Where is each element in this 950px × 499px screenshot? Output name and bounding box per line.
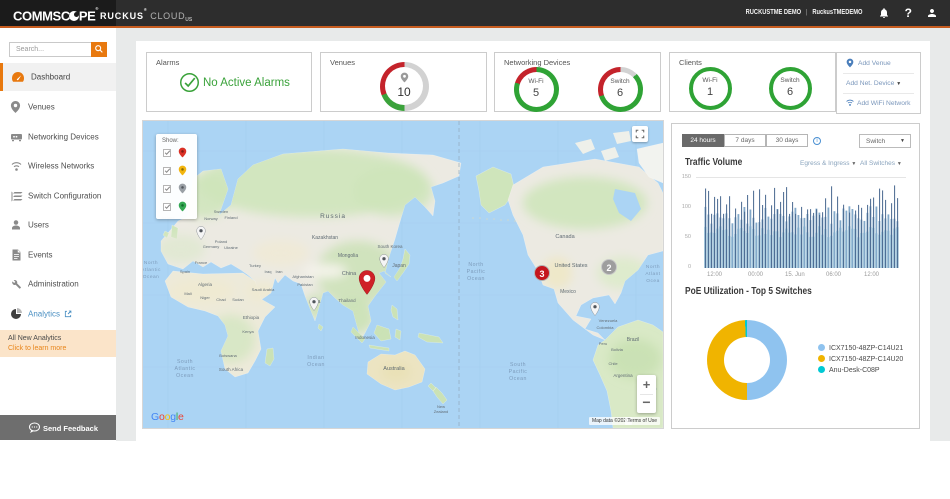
svg-text:Germany: Germany: [203, 244, 219, 249]
svg-text:North: North: [144, 260, 158, 266]
svg-text:Indian: Indian: [307, 355, 324, 361]
svg-text:Iran: Iran: [276, 269, 283, 274]
svg-text:Atlantic: Atlantic: [143, 267, 161, 273]
svg-text:Turkey: Turkey: [249, 263, 261, 268]
svg-text:Ocean: Ocean: [307, 362, 325, 368]
svg-text:Ocea: Ocea: [646, 278, 659, 284]
svg-text:Mali: Mali: [184, 291, 191, 296]
svg-text:Pacific: Pacific: [509, 369, 528, 375]
svg-text:Kenya: Kenya: [242, 329, 254, 334]
svg-text:Chad: Chad: [216, 297, 226, 302]
svg-text:France: France: [195, 260, 208, 265]
svg-text:Thailand: Thailand: [338, 298, 356, 303]
svg-text:Zealand: Zealand: [434, 409, 448, 414]
svg-text:Pakistan: Pakistan: [297, 282, 312, 287]
svg-text:Norway: Norway: [204, 216, 218, 221]
svg-text:Iraq: Iraq: [265, 269, 272, 274]
svg-text:Kazakhstan: Kazakhstan: [312, 235, 338, 241]
svg-text:South: South: [510, 362, 526, 368]
svg-text:Russia: Russia: [320, 213, 346, 220]
svg-text:Ocean: Ocean: [143, 274, 159, 280]
svg-text:Bolivia: Bolivia: [611, 347, 624, 352]
svg-text:Peru: Peru: [599, 341, 607, 346]
svg-text:North: North: [468, 262, 483, 268]
svg-text:South: South: [177, 359, 193, 365]
svg-text:Afghanistan: Afghanistan: [292, 274, 313, 279]
svg-text:Argentina: Argentina: [613, 373, 633, 378]
svg-text:Ocean: Ocean: [467, 276, 485, 282]
svg-text:South Africa: South Africa: [219, 367, 244, 372]
svg-text:Niger: Niger: [200, 295, 210, 300]
svg-text:Ocean: Ocean: [176, 373, 194, 379]
svg-text:Indonesia: Indonesia: [355, 335, 375, 340]
svg-text:China: China: [342, 271, 357, 277]
svg-text:Atlant: Atlant: [645, 271, 660, 277]
svg-text:Spain: Spain: [180, 269, 190, 274]
svg-text:Finland: Finland: [224, 215, 237, 220]
svg-text:Algeria: Algeria: [198, 282, 213, 287]
svg-text:Ethiopia: Ethiopia: [243, 315, 260, 320]
svg-text:Colombia: Colombia: [597, 325, 615, 330]
svg-text:Canada: Canada: [555, 234, 575, 240]
svg-text:Brazil: Brazil: [627, 337, 640, 343]
svg-text:Saudi Arabia: Saudi Arabia: [252, 287, 275, 292]
svg-text:United States: United States: [554, 263, 587, 269]
svg-text:Sweden: Sweden: [214, 209, 228, 214]
svg-text:Ukraine: Ukraine: [224, 245, 239, 250]
svg-text:Chile: Chile: [608, 361, 618, 366]
svg-text:Poland: Poland: [215, 239, 227, 244]
svg-text:Japan: Japan: [392, 263, 406, 269]
svg-text:Venezuela: Venezuela: [599, 318, 618, 323]
svg-text:South Korea: South Korea: [377, 244, 403, 249]
svg-text:Atlantic: Atlantic: [174, 366, 195, 372]
svg-text:Australia: Australia: [383, 366, 405, 372]
svg-text:North: North: [646, 264, 660, 270]
svg-text:Mexico: Mexico: [560, 289, 576, 295]
svg-text:Botswana: Botswana: [219, 353, 237, 358]
svg-text:Ocean: Ocean: [509, 376, 527, 382]
svg-text:Sudan: Sudan: [232, 297, 244, 302]
svg-text:Mongolia: Mongolia: [338, 253, 359, 259]
svg-text:Pacific: Pacific: [467, 269, 486, 275]
